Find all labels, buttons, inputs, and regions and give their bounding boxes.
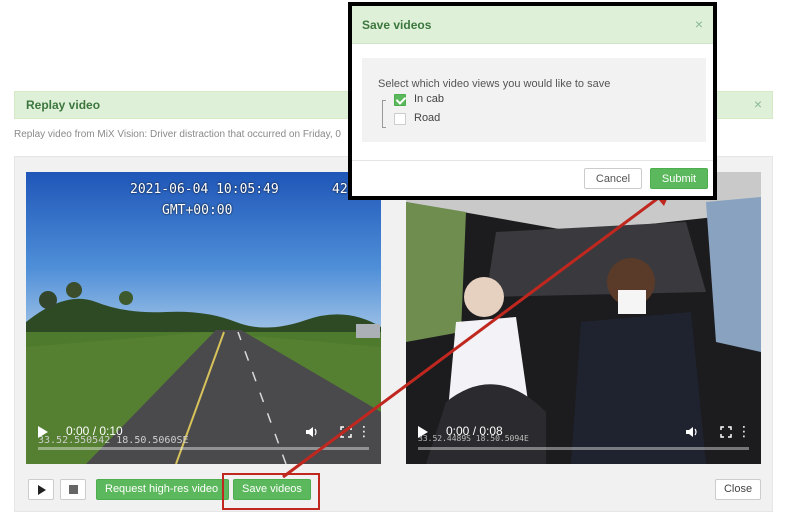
- play-icon: [38, 485, 46, 495]
- more-options-icon[interactable]: ⋮: [357, 424, 371, 438]
- cab-camera-frame: [406, 172, 761, 464]
- request-high-res-button[interactable]: Request high-res video: [96, 479, 229, 500]
- modal-body: Select which video views you would like …: [362, 58, 706, 142]
- options-bracket: [382, 100, 386, 128]
- checkbox[interactable]: [394, 113, 406, 125]
- video-timezone-stamp: GMT+00:00: [162, 203, 233, 218]
- option-label: In cab: [414, 93, 444, 105]
- modal-header: Save videos ×: [352, 6, 713, 44]
- modal-prompt: Select which video views you would like …: [378, 78, 611, 90]
- close-icon[interactable]: ×: [695, 16, 703, 32]
- play-icon[interactable]: [38, 426, 48, 438]
- close-icon[interactable]: ×: [754, 96, 762, 112]
- save-button-highlight: [222, 473, 320, 510]
- cab-video-player[interactable]: 33.52.4489S 18.50.5094E 0:00 / 0:08 ⋮: [406, 172, 761, 464]
- replay-video-page: Replay video × Replay video from MiX Vis…: [0, 0, 786, 527]
- video-progress-bar[interactable]: [418, 447, 749, 450]
- play-all-button[interactable]: [28, 479, 54, 500]
- fullscreen-icon[interactable]: [719, 425, 733, 439]
- checkmark-icon[interactable]: [394, 94, 406, 106]
- play-icon[interactable]: [418, 426, 428, 438]
- save-videos-modal: Save videos × Select which video views y…: [348, 2, 717, 200]
- stop-icon: [69, 485, 78, 494]
- road-video-player[interactable]: 2021-06-04 10:05:49 GMT+00:00 42 33.52.5…: [26, 172, 381, 464]
- modal-title: Save videos: [362, 18, 432, 32]
- volume-icon[interactable]: [305, 425, 319, 439]
- video-controls: 0:00 / 0:10 ⋮: [26, 422, 381, 446]
- option-label: Road: [414, 112, 441, 124]
- video-progress-bar[interactable]: [38, 447, 369, 450]
- video-controls: 0:00 / 0:08 ⋮: [406, 422, 761, 446]
- fullscreen-icon[interactable]: [339, 425, 353, 439]
- close-button[interactable]: Close: [715, 479, 761, 500]
- video-date-stamp: 2021-06-04 10:05:49: [130, 182, 279, 197]
- replay-description: Replay video from MiX Vision: Driver dis…: [14, 129, 341, 140]
- video-time: 0:00 / 0:10: [66, 424, 123, 438]
- more-options-icon[interactable]: ⋮: [737, 424, 751, 438]
- cancel-button[interactable]: Cancel: [584, 168, 642, 189]
- stop-all-button[interactable]: [60, 479, 86, 500]
- video-side-number: 42: [332, 182, 348, 197]
- submit-button[interactable]: Submit: [650, 168, 708, 189]
- replay-title: Replay video: [26, 98, 101, 112]
- modal-footer: [352, 160, 713, 161]
- video-time: 0:00 / 0:08: [446, 424, 503, 438]
- volume-icon[interactable]: [685, 425, 699, 439]
